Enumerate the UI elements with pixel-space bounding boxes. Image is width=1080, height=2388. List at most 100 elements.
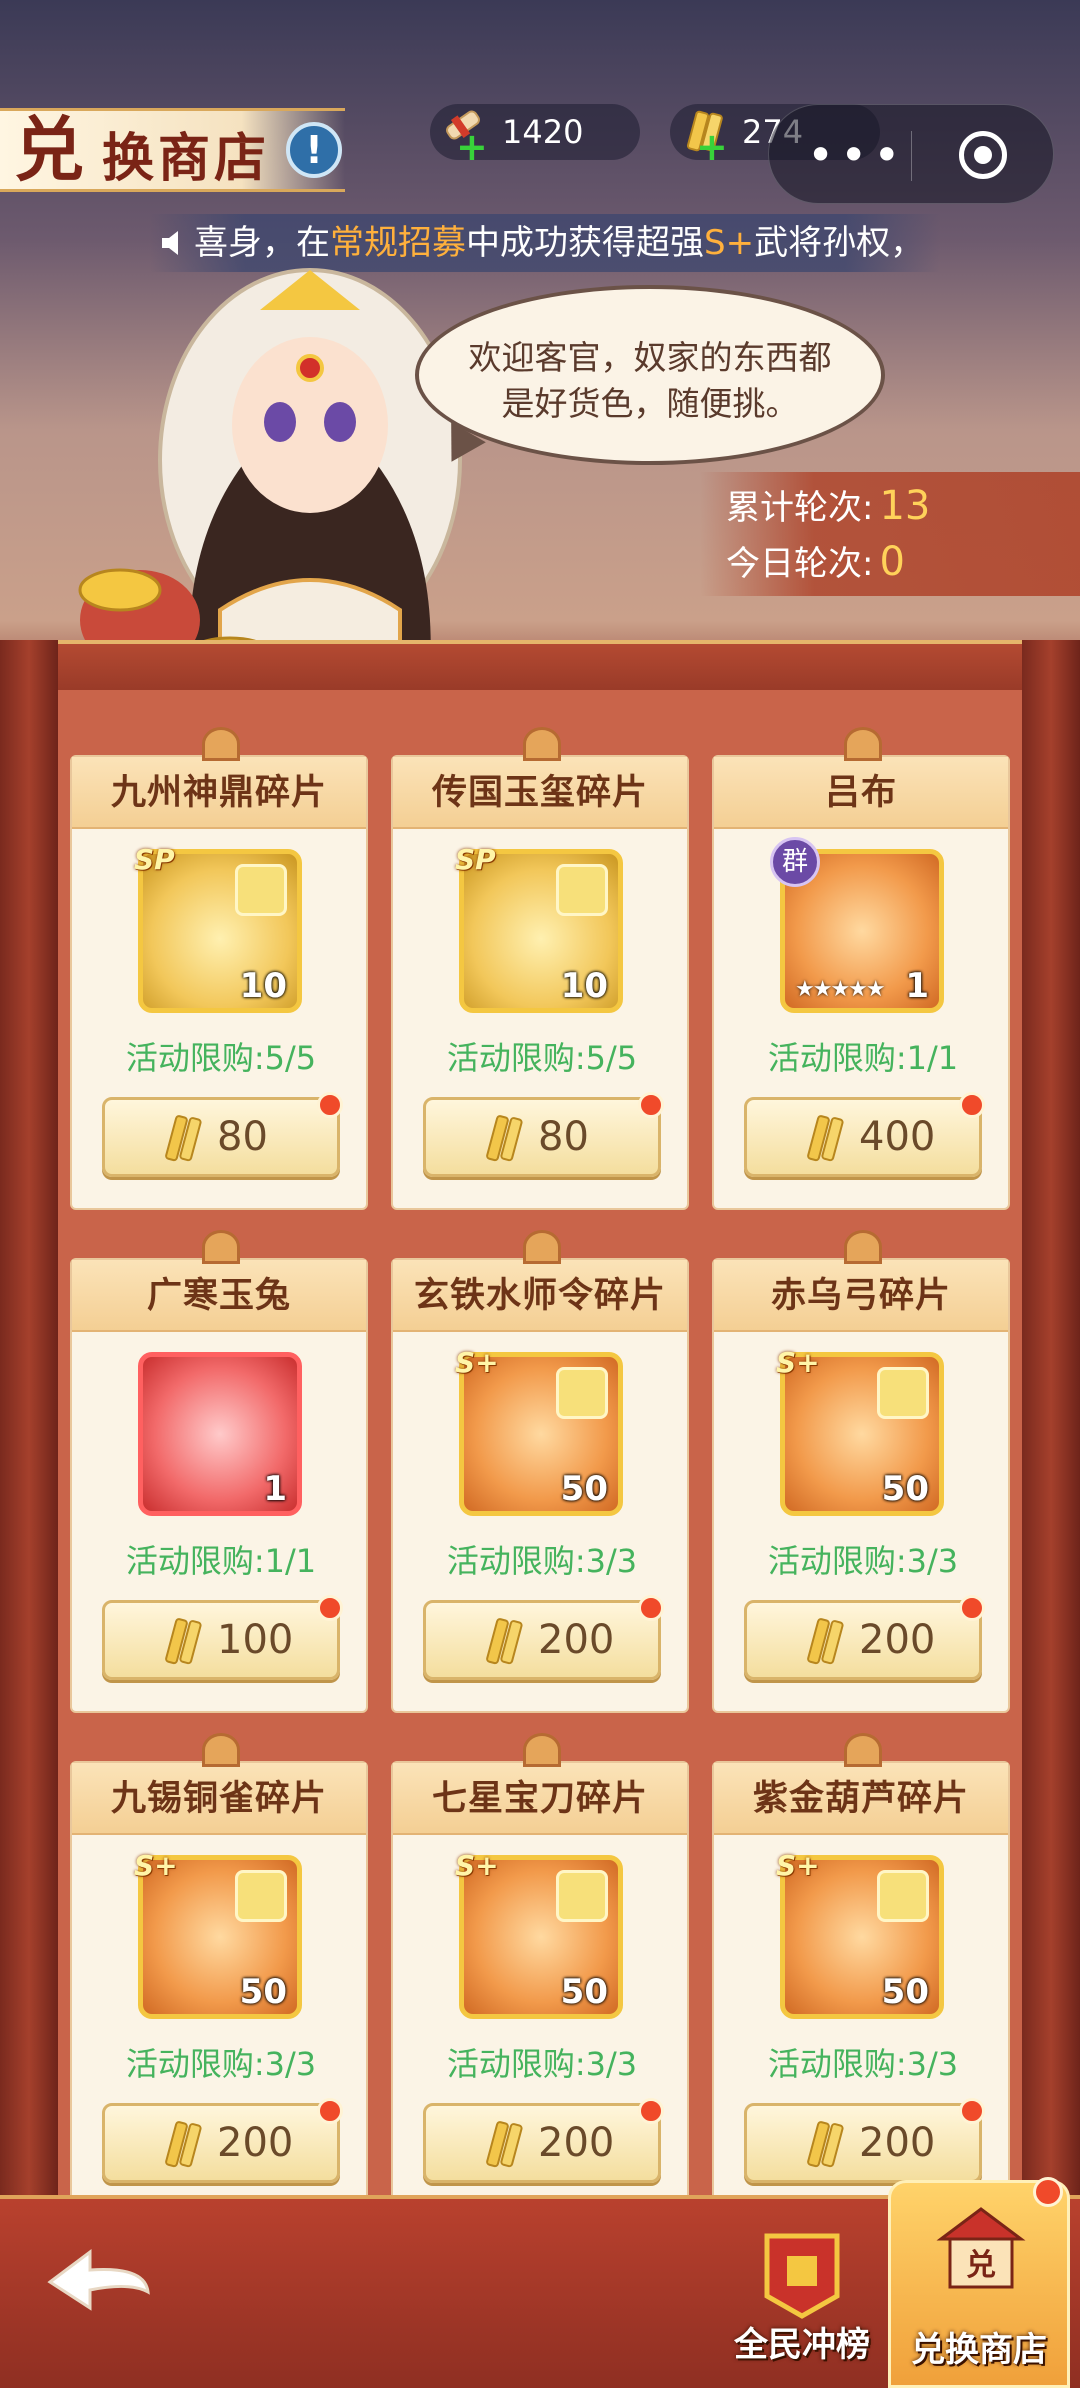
puzzle-piece-icon [877, 1870, 929, 1922]
shop-item-card[interactable]: 广寒玉兔 1 活动限购:1/1 100 [70, 1230, 368, 1713]
item-count: 10 [239, 966, 287, 1006]
notification-dot [638, 2098, 664, 2124]
price-value: 200 [538, 1617, 615, 1663]
buy-button[interactable]: 80 [423, 1092, 664, 1177]
notification-dot [317, 1595, 343, 1621]
faction-badge: 群 [770, 837, 820, 887]
buy-button[interactable]: 200 [423, 2098, 664, 2183]
right-pillar [1022, 640, 1080, 2200]
total-rounds-row: 累计轮次: 13 [726, 480, 930, 529]
ranking-banner-icon [764, 2233, 840, 2319]
gold-token-icon [165, 1618, 202, 1665]
mini-program-capsule: ••• [768, 104, 1054, 204]
puzzle-piece-icon [235, 1870, 287, 1922]
speech-bubble: 欢迎客官，奴家的东西都是好货色，随便挑。 [415, 285, 885, 465]
total-rounds-label: 累计轮次: [726, 488, 874, 528]
add-ticket-icon[interactable]: + [456, 128, 488, 166]
price-value: 80 [538, 1114, 589, 1160]
price-value: 100 [217, 1617, 294, 1663]
puzzle-piece-icon [556, 1367, 608, 1419]
purchase-limit: 活动限购:1/1 [125, 1542, 317, 1580]
shop-item-card[interactable]: 七星宝刀碎片 50 S+ 活动限购:3/3 200 [391, 1733, 689, 2216]
shop-item-grid: 九州神鼎碎片 10 SP 活动限购:5/5 80 传国玉玺碎片 10 SP 活动… [70, 727, 1010, 2216]
puzzle-piece-icon [556, 864, 608, 916]
buy-button[interactable]: 200 [744, 2098, 985, 2183]
card-ornament [202, 727, 240, 761]
item-name: 七星宝刀碎片 [393, 1763, 687, 1835]
shop-item-card[interactable]: 赤乌弓碎片 50 S+ 活动限购:3/3 200 [712, 1230, 1010, 1713]
buy-button[interactable]: 80 [102, 1092, 343, 1177]
puzzle-piece-icon [235, 864, 287, 916]
item-name: 九州神鼎碎片 [72, 757, 366, 829]
tab-exchange-shop[interactable]: 兑 兑换商店 [888, 2177, 1070, 2388]
tab-ranking-label: 全民冲榜 [734, 2325, 870, 2365]
card-ornament [523, 1230, 561, 1264]
resource-ticket[interactable]: + 1420 [430, 104, 640, 166]
rarity-tag: SP [455, 843, 496, 876]
item-name: 传国玉玺碎片 [393, 757, 687, 829]
shop-item-card[interactable]: 吕布 ★★★★★ 1 群 活动限购:1/1 400 [712, 727, 1010, 1210]
shop-item-card[interactable]: 紫金葫芦碎片 50 S+ 活动限购:3/3 200 [712, 1733, 1010, 2216]
buy-button[interactable]: 100 [102, 1595, 343, 1680]
card-ornament [523, 727, 561, 761]
gold-token-icon [807, 2121, 844, 2168]
card-ornament [523, 1733, 561, 1767]
item-name: 赤乌弓碎片 [714, 1260, 1008, 1332]
card-ornament [844, 727, 882, 761]
today-rounds-label: 今日轮次: [726, 544, 874, 584]
shop-item-card[interactable]: 九锡铜雀碎片 50 S+ 活动限购:3/3 200 [70, 1733, 368, 2216]
purchase-limit: 活动限购:5/5 [446, 1039, 638, 1077]
exclamation-icon[interactable]: ! [286, 122, 342, 178]
price-value: 200 [538, 2120, 615, 2166]
shop-item-card[interactable]: 玄铁水师令碎片 50 S+ 活动限购:3/3 200 [391, 1230, 689, 1713]
buy-button[interactable]: 200 [744, 1595, 985, 1680]
notification-dot [1033, 2177, 1063, 2207]
back-arrow-icon[interactable] [30, 2230, 170, 2320]
notification-dot [959, 2098, 985, 2124]
item-name: 吕布 [714, 757, 1008, 829]
notification-dot [959, 1092, 985, 1118]
marquee-suffix: 武将孙权， [754, 223, 925, 263]
gold-token-icon [486, 1618, 523, 1665]
shop-item-card[interactable]: 传国玉玺碎片 10 SP 活动限购:5/5 80 [391, 727, 689, 1210]
purchase-limit: 活动限购:3/3 [767, 2045, 959, 2083]
item-count: 50 [560, 1972, 608, 2012]
shop-item-card[interactable]: 九州神鼎碎片 10 SP 活动限购:5/5 80 [70, 727, 368, 1210]
gold-token-icon [807, 1618, 844, 1665]
close-target-icon[interactable] [959, 131, 1007, 179]
gold-token-icon [486, 2121, 523, 2168]
total-rounds-value: 13 [879, 483, 931, 529]
price-value: 200 [859, 1617, 936, 1663]
card-ornament [202, 1230, 240, 1264]
rarity-tag: S+ [776, 1849, 820, 1882]
notification-dot [317, 2098, 343, 2124]
tab-ranking[interactable]: 全民冲榜 [712, 2210, 892, 2380]
ticket-count: 1420 [502, 113, 584, 151]
rarity-tag: SP [134, 843, 175, 876]
marquee-highlight-rank: S+ [704, 223, 755, 263]
buy-button[interactable]: 200 [423, 1595, 664, 1680]
gold-token-icon [165, 2121, 202, 2168]
tab-exchange-shop-label: 兑换商店 [911, 2330, 1047, 2370]
purchase-limit: 活动限购:1/1 [767, 1039, 959, 1077]
more-icon[interactable]: ••• [807, 132, 906, 178]
buy-button[interactable]: 400 [744, 1092, 985, 1177]
rarity-tag: S+ [455, 1346, 499, 1379]
rounds-panel: 累计轮次: 13 今日轮次: 0 [700, 472, 1080, 596]
rarity-tag: S+ [776, 1346, 820, 1379]
gold-token-icon [486, 1115, 523, 1162]
purchase-limit: 活动限购:3/3 [446, 2045, 638, 2083]
item-icon[interactable]: 1 [138, 1352, 302, 1516]
item-count: 1 [905, 966, 929, 1006]
add-token-icon[interactable]: + [696, 128, 728, 166]
today-rounds-value: 0 [879, 539, 905, 585]
purchase-limit: 活动限购:3/3 [767, 1542, 959, 1580]
shop-building-icon: 兑 [936, 2207, 1026, 2289]
rarity-tag: S+ [134, 1849, 178, 1882]
purchase-limit: 活动限购:3/3 [446, 1542, 638, 1580]
price-value: 400 [859, 1114, 936, 1160]
buy-button[interactable]: 200 [102, 2098, 343, 2183]
item-count: 50 [239, 1972, 287, 2012]
item-name: 玄铁水师令碎片 [393, 1260, 687, 1332]
price-value: 80 [217, 1114, 268, 1160]
